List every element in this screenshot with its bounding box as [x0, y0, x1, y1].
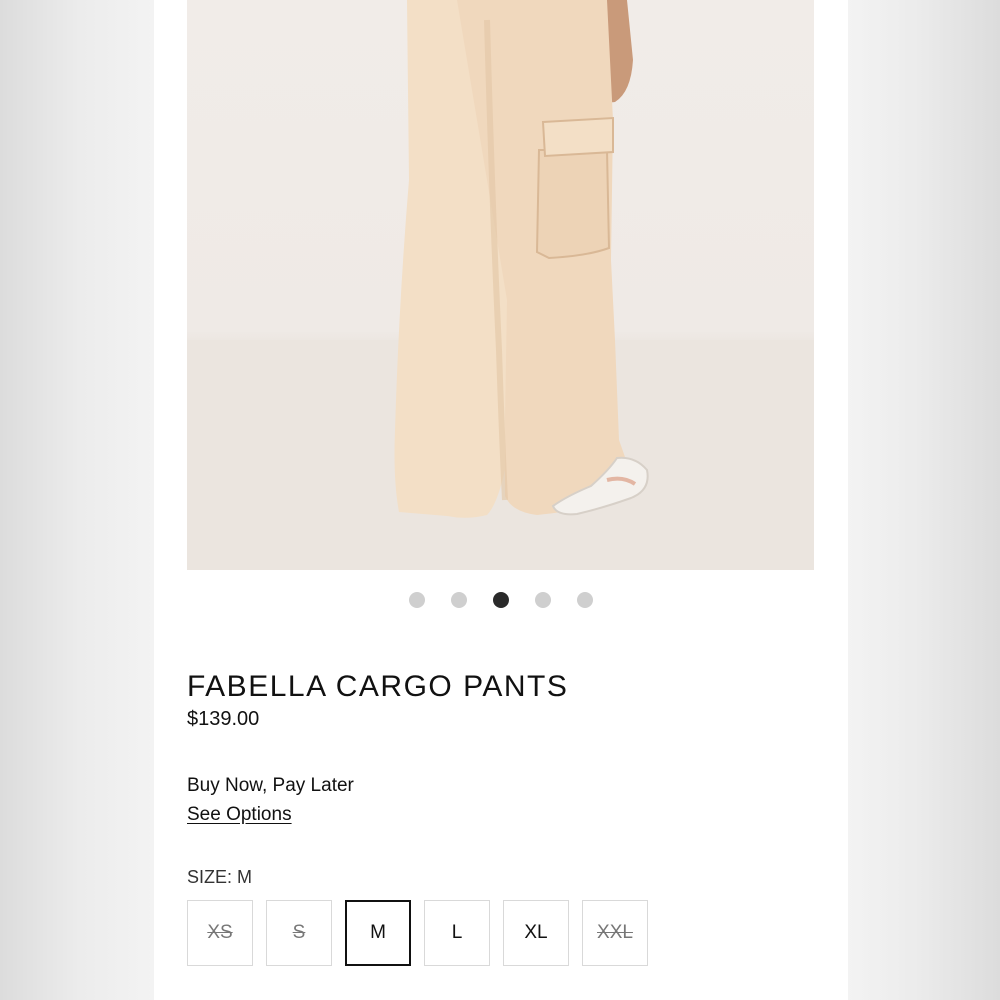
size-option-xxl[interactable]: XXL [582, 900, 648, 966]
carousel-dot[interactable] [535, 592, 551, 608]
size-option-xl[interactable]: XL [503, 900, 569, 966]
bnpl-text: Buy Now, Pay Later [187, 775, 354, 796]
product-card: FABELLA CARGO PANTS $139.00 Buy Now, Pay… [154, 0, 848, 1000]
size-selector: XS S M L XL XXL [187, 900, 648, 966]
carousel-dot-active[interactable] [493, 592, 509, 608]
product-title: FABELLA CARGO PANTS [187, 670, 569, 703]
see-options-link[interactable]: See Options [187, 804, 292, 826]
size-option-l[interactable]: L [424, 900, 490, 966]
size-label: SIZE: M [187, 867, 253, 887]
carousel-dot[interactable] [451, 592, 467, 608]
product-image[interactable] [187, 0, 814, 570]
size-option-s[interactable]: S [266, 900, 332, 966]
product-photo-illustration [187, 0, 814, 570]
carousel-indicators [154, 592, 848, 610]
size-option-m[interactable]: M [345, 900, 411, 966]
size-option-xs[interactable]: XS [187, 900, 253, 966]
carousel-dot[interactable] [577, 592, 593, 608]
carousel-dot[interactable] [409, 592, 425, 608]
product-price: $139.00 [187, 708, 260, 730]
